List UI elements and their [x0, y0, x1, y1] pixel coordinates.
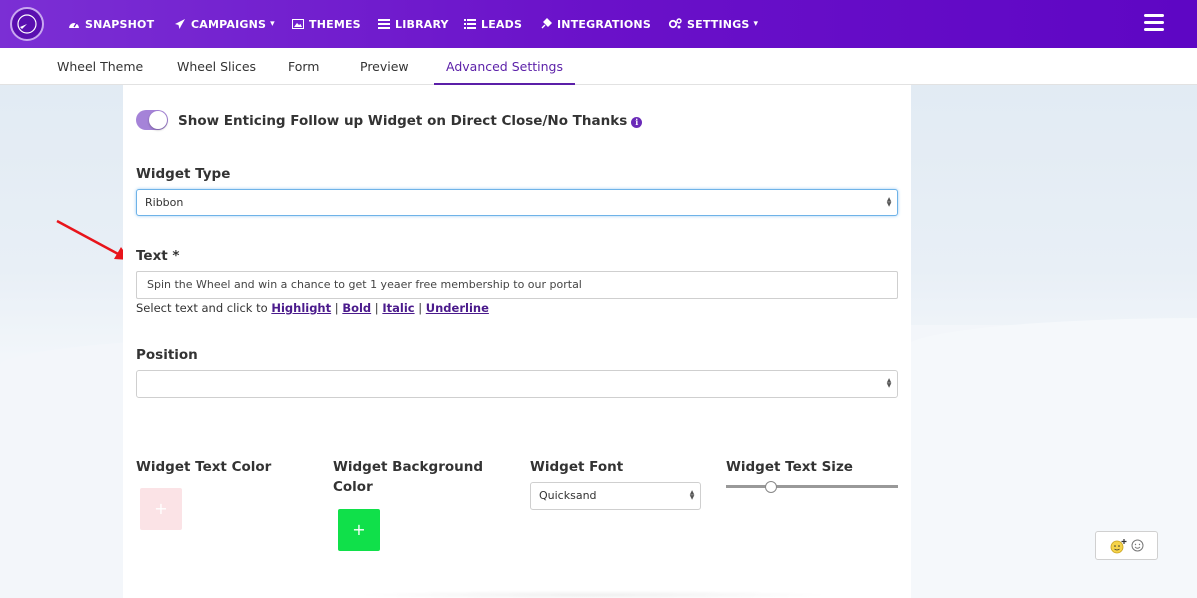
- widget-type-select[interactable]: Ribbon ▲ ▼: [136, 189, 898, 216]
- helper-separator: |: [331, 301, 343, 315]
- emoji-add-icon: [1110, 538, 1126, 553]
- image-icon: [292, 19, 304, 29]
- select-arrows-icon: ▲ ▼: [886, 377, 892, 389]
- hamburger-line: [1144, 14, 1164, 17]
- widget-background-color-label: Widget Background: [333, 459, 484, 475]
- list-icon: [378, 19, 390, 29]
- follow-up-widget-text: Show Enticing Follow up Widget on Direct…: [178, 113, 628, 129]
- text-label: Text *: [136, 248, 180, 264]
- widget-type-value: Ribbon: [145, 196, 184, 209]
- select-arrows-icon: ▲ ▼: [886, 196, 892, 208]
- select-arrows-icon: ▲ ▼: [689, 489, 695, 501]
- widget-font-value: Quicksand: [539, 489, 597, 502]
- bold-link[interactable]: Bold: [342, 301, 371, 315]
- italic-link[interactable]: Italic: [382, 301, 414, 315]
- plug-icon: [541, 18, 552, 29]
- info-icon[interactable]: i: [631, 117, 643, 128]
- gears-icon: [668, 18, 682, 29]
- position-select[interactable]: ▲ ▼: [136, 370, 898, 398]
- follow-up-widget-toggle[interactable]: [136, 110, 168, 130]
- tab-preview[interactable]: Preview: [360, 48, 409, 85]
- tab-wheel-slices[interactable]: Wheel Slices: [177, 48, 256, 85]
- tab-form[interactable]: Form: [288, 48, 320, 85]
- tab-wheel-theme[interactable]: Wheel Theme: [57, 48, 143, 85]
- widget-text-color-label: Widget Text Color: [136, 459, 272, 475]
- smiley-icon: [1131, 539, 1143, 552]
- hamburger-line: [1144, 28, 1164, 31]
- text-color-picker[interactable]: +: [140, 488, 182, 530]
- hamburger-line: [1144, 21, 1164, 24]
- app-logo[interactable]: [10, 7, 44, 41]
- widget-font-select[interactable]: Quicksand ▲ ▼: [530, 482, 701, 510]
- highlight-link[interactable]: Highlight: [271, 301, 331, 315]
- editor-tabs: Wheel Theme Wheel Slices Form Preview Ad…: [0, 48, 1197, 85]
- nav-themes-label: THEMES: [309, 17, 361, 31]
- widget-type-label: Widget Type: [136, 166, 231, 182]
- text-size-slider-handle[interactable]: [765, 481, 778, 493]
- dashboard-icon: [69, 22, 79, 28]
- nav-snapshot[interactable]: SNAPSHOT: [68, 0, 154, 48]
- helper-prefix: Select text and click to: [136, 301, 272, 315]
- nav-themes[interactable]: THEMES: [292, 0, 361, 48]
- widget-text-input[interactable]: Spin the Wheel and win a chance to get 1…: [136, 271, 898, 299]
- widget-text-size-label: Widget Text Size: [726, 459, 853, 475]
- chevron-down-icon: ▾: [270, 19, 275, 29]
- nav-snapshot-label: SNAPSHOT: [85, 17, 155, 31]
- panel-bottom-shadow: [353, 590, 833, 598]
- red-arrow-annotation: [56, 219, 130, 260]
- helper-separator: |: [371, 301, 383, 315]
- nav-campaigns-label: CAMPAIGNS: [191, 17, 267, 31]
- wheel-logo-icon: [17, 14, 37, 34]
- format-helper: Select text and click to Highlight | Bol…: [136, 301, 489, 315]
- nav-library[interactable]: LIBRARY: [378, 0, 449, 48]
- chevron-down-icon: ▾: [753, 19, 759, 29]
- list-ul-icon: [464, 19, 476, 29]
- menu-hamburger-icon[interactable]: [1144, 14, 1164, 32]
- text-size-slider-track[interactable]: [726, 485, 898, 488]
- feedback-widget[interactable]: [1095, 531, 1158, 560]
- nav-leads[interactable]: LEADS: [464, 0, 522, 48]
- paper-plane-icon: [175, 19, 185, 29]
- widget-background-color-label-2: Color: [333, 479, 373, 495]
- nav-leads-label: LEADS: [481, 17, 523, 31]
- plus-icon: +: [154, 499, 168, 518]
- background-color-picker[interactable]: +: [338, 509, 380, 551]
- underline-link[interactable]: Underline: [426, 301, 489, 315]
- widget-font-label: Widget Font: [530, 459, 624, 475]
- nav-settings[interactable]: SETTINGS ▾: [668, 0, 758, 48]
- follow-up-widget-label: Show Enticing Follow up Widget on Direct…: [178, 113, 643, 129]
- plus-icon: +: [352, 520, 366, 539]
- top-navbar: SNAPSHOT CAMPAIGNS ▾ THEMES LIBRARY LEAD…: [0, 0, 1197, 48]
- nav-campaigns[interactable]: CAMPAIGNS ▾: [174, 0, 275, 48]
- helper-separator: |: [414, 301, 426, 315]
- advanced-settings-panel: Show Enticing Follow up Widget on Direct…: [123, 85, 911, 598]
- nav-library-label: LIBRARY: [395, 17, 449, 31]
- toggle-knob: [149, 111, 167, 129]
- tab-advanced-settings[interactable]: Advanced Settings: [434, 48, 575, 85]
- position-label: Position: [136, 347, 198, 363]
- nav-integrations-label: INTEGRATIONS: [557, 17, 651, 31]
- nav-integrations[interactable]: INTEGRATIONS: [540, 0, 651, 48]
- nav-settings-label: SETTINGS: [687, 17, 750, 31]
